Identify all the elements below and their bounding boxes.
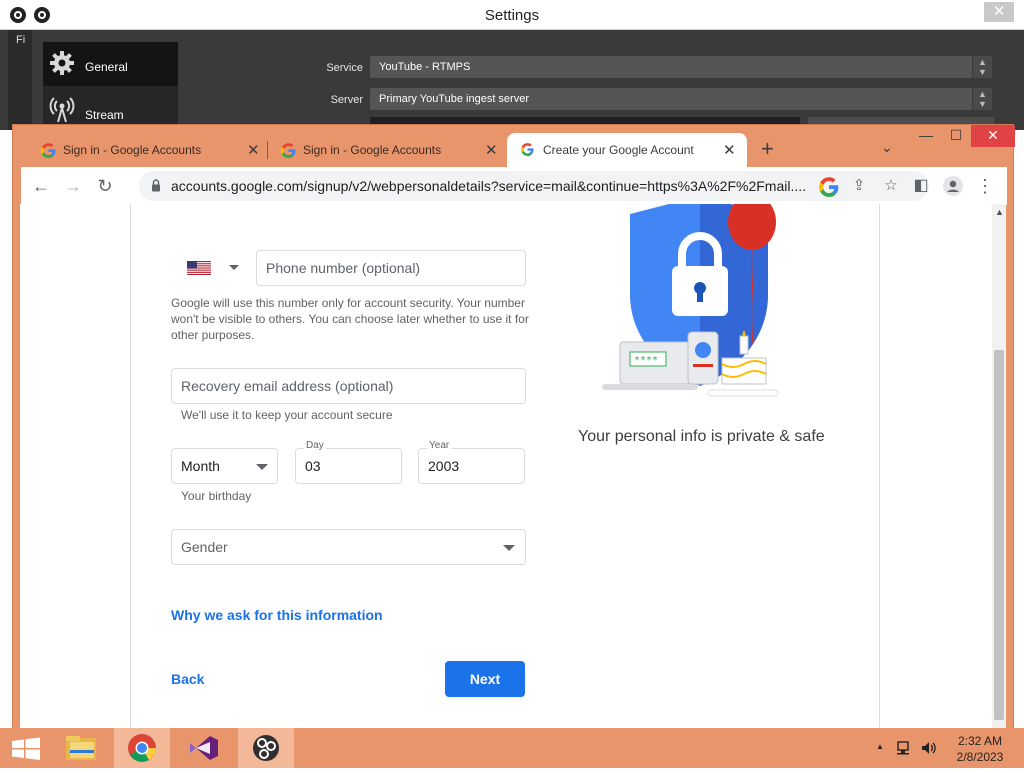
phone-number-input[interactable]: Phone number (optional) [256, 250, 526, 286]
tab-close-icon[interactable]: ✕ [485, 141, 498, 159]
bookmark-star-icon[interactable]: ☆ [881, 176, 901, 196]
antenna-icon [49, 97, 75, 122]
google-lens-g-icon[interactable] [819, 177, 839, 197]
back-button[interactable]: Back [171, 671, 204, 687]
file-explorer-icon[interactable] [56, 728, 112, 768]
spinner-icon: ▲ ▼ [972, 88, 992, 110]
birthday-help-text: Your birthday [181, 489, 252, 503]
privacy-shield-illustration: **** [602, 204, 779, 397]
reload-icon[interactable]: ↻ [95, 176, 115, 196]
minimize-button[interactable]: — [911, 125, 941, 147]
chrome-taskbar-button[interactable] [114, 728, 170, 768]
clock-time[interactable]: 2:32 AM [946, 734, 1014, 748]
address-bar[interactable]: accounts.google.com/signup/v2/webpersona… [139, 171, 929, 201]
chrome-icon [128, 734, 156, 762]
new-tab-button[interactable]: + [761, 138, 774, 160]
browser-toolbar: ← → ↻ accounts.google.com/signup/v2/webp… [21, 167, 1007, 205]
clock-date[interactable]: 2/8/2023 [946, 750, 1014, 764]
server-value: Primary YouTube ingest server [379, 93, 529, 105]
server-select[interactable]: Primary YouTube ingest server ▲ ▼ [370, 88, 992, 110]
card-border [879, 204, 880, 728]
share-icon[interactable]: ⇪ [849, 176, 869, 196]
close-window-button[interactable]: ✕ [971, 125, 1015, 147]
year-value: 2003 [428, 458, 460, 474]
back-arrow-icon[interactable]: ← [31, 176, 51, 196]
tab-title: Sign in - Google Accounts [303, 143, 442, 157]
recovery-placeholder: Recovery email address (optional) [181, 378, 394, 394]
scroll-thumb[interactable] [994, 350, 1004, 720]
us-flag-icon[interactable] [187, 261, 211, 275]
server-label: Server [330, 94, 363, 106]
month-select[interactable]: Month [171, 448, 278, 484]
lock-icon[interactable] [151, 179, 161, 192]
google-g-icon [41, 143, 56, 158]
obs-close-button[interactable]: ✕ [984, 2, 1014, 22]
recovery-email-input[interactable]: Recovery email address (optional) [171, 368, 526, 404]
spinner-icon: ▲ ▼ [972, 56, 992, 78]
obs-menu-strip: Fi [8, 30, 32, 130]
year-label: Year [427, 440, 452, 451]
chevron-down-icon [256, 464, 268, 470]
side-panel-icon[interactable]: ◧ [911, 176, 931, 196]
page-scrollbar[interactable]: ▲ [992, 204, 1006, 728]
gender-value: Gender [181, 539, 228, 555]
country-chevron-down-icon[interactable] [229, 265, 239, 270]
obs-sidebar-label: General [85, 60, 128, 74]
scroll-up-arrow-icon[interactable]: ▲ [995, 207, 1004, 217]
google-g-icon [521, 143, 534, 156]
phone-help-text: Google will use this number only for acc… [171, 296, 529, 342]
tab-sign-in-2[interactable]: Sign in - Google Accounts ✕ [267, 135, 503, 165]
obs-sidebar-label: Stream [85, 108, 124, 122]
service-value: YouTube - RTMPS [379, 61, 471, 73]
month-value: Month [181, 458, 220, 474]
tab-sign-in-1[interactable]: Sign in - Google Accounts ✕ [27, 135, 263, 165]
recovery-help-text: We'll use it to keep your account secure [181, 408, 393, 422]
obs-menu-text: Fi [16, 34, 26, 46]
network-icon[interactable] [896, 740, 914, 756]
obs-taskbar-icon[interactable] [238, 728, 294, 768]
tab-create-account[interactable]: Create your Google Account ✕ [507, 133, 747, 167]
service-label: Service [326, 62, 363, 74]
chevron-down-icon [503, 545, 515, 551]
next-button[interactable]: Next [445, 661, 525, 697]
windows-taskbar: ▲ 2:32 AM 2/8/2023 [0, 728, 1024, 768]
obs-sidebar-item-general[interactable]: General [43, 42, 178, 86]
tab-title: Sign in - Google Accounts [63, 143, 202, 157]
page-content: Phone number (optional) Google will use … [20, 204, 998, 728]
gear-icon [50, 51, 74, 75]
windows-start-icon[interactable] [0, 728, 56, 768]
tab-close-icon[interactable]: ✕ [247, 141, 260, 159]
phone-placeholder: Phone number (optional) [266, 260, 421, 276]
gender-select[interactable]: Gender [171, 529, 526, 565]
obs-settings-sidebar: General Stream [43, 42, 178, 130]
forward-arrow-icon[interactable]: → [63, 176, 83, 196]
password-stars-text: **** [634, 355, 658, 366]
obs-window-title: Settings [484, 7, 540, 24]
day-label: Day [304, 440, 326, 451]
why-we-ask-link[interactable]: Why we ask for this information [171, 607, 383, 623]
volume-icon[interactable] [920, 740, 938, 756]
maximize-button[interactable]: ☐ [941, 125, 971, 147]
url-text: accounts.google.com/signup/v2/webpersona… [171, 178, 807, 194]
visual-studio-icon[interactable] [176, 728, 232, 768]
privacy-caption: Your personal info is private & safe [578, 428, 825, 445]
day-input[interactable]: Day 03 [295, 440, 402, 484]
year-input[interactable]: Year 2003 [418, 440, 525, 484]
tab-search-chevron-icon[interactable]: ⌄ [881, 139, 893, 156]
tray-overflow-chevron-icon[interactable]: ▲ [876, 742, 884, 751]
day-value: 03 [305, 458, 321, 474]
google-g-icon [281, 143, 296, 158]
tab-title: Create your Google Account [543, 143, 694, 157]
card-border [130, 204, 131, 728]
profile-avatar-icon[interactable] [943, 176, 963, 196]
obs-titlebar: Settings ✕ [0, 0, 1024, 30]
service-select[interactable]: YouTube - RTMPS ▲ ▼ [370, 56, 992, 78]
tab-close-icon[interactable]: ✕ [723, 141, 736, 159]
menu-kebab-icon[interactable]: ⋮ [975, 176, 995, 196]
